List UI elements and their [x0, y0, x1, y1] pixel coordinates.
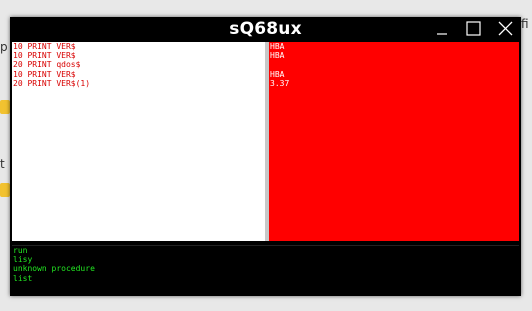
- background-text-fragment: fi: [521, 17, 529, 31]
- title-bar[interactable]: sQ68ux: [10, 17, 521, 41]
- console-line: unknown procedure: [13, 264, 95, 274]
- minimize-icon: [437, 33, 447, 35]
- output-line: 3.37: [270, 78, 290, 88]
- console-line: list: [13, 273, 33, 283]
- close-icon: [498, 21, 513, 36]
- background-badge: [0, 183, 10, 197]
- code-editor-pane[interactable]: 10 PRINT VER$ 10 PRINT VER$ 20 PRINT qdo…: [12, 42, 265, 241]
- code-line[interactable]: 10 PRINT VER$: [12, 51, 265, 60]
- code-line[interactable]: 10 PRINT VER$: [12, 42, 265, 51]
- output-pane: HBA HBA HBA 3.37: [269, 42, 519, 241]
- code-line[interactable]: 20 PRINT VER$(1): [12, 79, 265, 88]
- background-text-fragment: p: [0, 40, 8, 54]
- output-line: HBA: [270, 69, 285, 79]
- maximize-button[interactable]: [462, 19, 484, 39]
- background-text-fragment: t: [0, 157, 5, 171]
- maximize-icon: [466, 21, 481, 36]
- output-line: HBA: [270, 42, 285, 51]
- code-line[interactable]: 10 PRINT VER$: [12, 70, 265, 79]
- console-line: run: [13, 246, 28, 255]
- app-window: sQ68ux 10 PRINT VER$ 10 PRINT VER$ 20 PR…: [10, 17, 521, 296]
- console-line: lisy: [13, 255, 33, 265]
- background-badge: [0, 100, 10, 114]
- close-button[interactable]: [495, 19, 517, 39]
- minimize-button[interactable]: [431, 19, 453, 39]
- code-line[interactable]: 20 PRINT qdos$: [12, 60, 265, 69]
- command-console[interactable]: run lisy unknown procedure list: [12, 245, 519, 295]
- output-line: HBA: [270, 51, 285, 61]
